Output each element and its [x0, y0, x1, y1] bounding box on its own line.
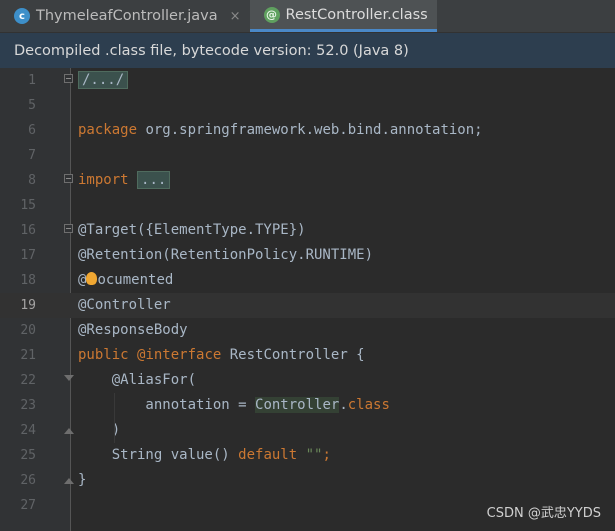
code-token: @: [78, 272, 87, 288]
fold-toggle-icon[interactable]: [64, 174, 73, 183]
code-token: annotation =: [78, 397, 256, 413]
fold-toggle-icon[interactable]: [64, 428, 74, 434]
tab-label: RestController.class: [285, 6, 428, 23]
fold-toggle-icon[interactable]: [64, 224, 73, 233]
code-token: ;: [322, 447, 331, 463]
code-text: String value() default "";: [78, 443, 331, 468]
banner-text: Decompiled .class file, bytecode version…: [14, 42, 409, 59]
line-number: 6: [28, 123, 36, 138]
code-line[interactable]: 24 ): [0, 418, 615, 443]
code-text: /.../: [78, 68, 129, 93]
code-token: @AliasFor(: [78, 372, 197, 388]
code-token: org.springframework.web.bind.annotation;: [137, 122, 483, 138]
line-number: 15: [20, 198, 36, 213]
code-token: }: [78, 472, 87, 488]
code-token: @ResponseBody: [78, 322, 188, 338]
line-number: 22: [20, 373, 36, 388]
watermark: CSDN @武忠YYDS: [486, 506, 601, 521]
intention-bulb-icon[interactable]: [86, 272, 98, 285]
line-number: 16: [20, 223, 36, 238]
code-line[interactable]: 7: [0, 143, 615, 168]
code-text: @ ocumented: [78, 268, 173, 293]
line-number: 8: [28, 173, 36, 188]
java-class-icon: c: [14, 8, 30, 24]
code-token: String value(): [78, 447, 239, 463]
annotation-icon: @: [263, 6, 280, 23]
line-number: 7: [28, 148, 36, 163]
code-line[interactable]: 19 @Controller: [0, 293, 615, 318]
code-token: public: [78, 347, 129, 363]
code-line[interactable]: 22 @AliasFor(: [0, 368, 615, 393]
line-number: 23: [20, 398, 36, 413]
line-number: 21: [20, 348, 36, 363]
decompiled-notice-banner: Decompiled .class file, bytecode version…: [0, 33, 615, 68]
code-token: .: [339, 397, 348, 413]
code-text: }: [78, 468, 86, 493]
code-text: package org.springframework.web.bind.ann…: [78, 118, 483, 143]
close-icon[interactable]: ×: [230, 9, 241, 24]
code-line[interactable]: 20 @ResponseBody: [0, 318, 615, 343]
line-number: 26: [20, 473, 36, 488]
code-line[interactable]: 17 @Retention(RetentionPolicy.RUNTIME): [0, 243, 615, 268]
code-token: ocumented: [97, 272, 174, 288]
code-line[interactable]: 1 /.../: [0, 68, 615, 93]
code-text: public @interface RestController {: [78, 343, 365, 368]
code-line[interactable]: 21 public @interface RestController {: [0, 343, 615, 368]
code-line[interactable]: 26}: [0, 468, 615, 493]
code-token: Controller: [255, 397, 340, 413]
code-text: @ResponseBody: [78, 318, 188, 343]
code-text: @Controller: [78, 293, 171, 318]
code-token: RestController {: [221, 347, 365, 363]
code-token: package: [78, 122, 138, 138]
code-line[interactable]: 16 @Target({ElementType.TYPE}): [0, 218, 615, 243]
code-text: @AliasFor(: [78, 368, 196, 393]
editor-tab-bar: c ThymeleafController.java × @ RestContr…: [0, 0, 615, 33]
line-number: 18: [20, 273, 36, 288]
code-token: class: [347, 397, 390, 413]
line-number: 19: [20, 298, 36, 313]
line-number: 20: [20, 323, 36, 338]
line-number: 24: [20, 423, 36, 438]
code-token: @Controller: [78, 297, 171, 313]
code-token: @Target({ElementType.TYPE}): [78, 222, 306, 238]
code-line[interactable]: 25 String value() default "";: [0, 443, 615, 468]
fold-toggle-icon[interactable]: [64, 478, 74, 484]
code-token: @interface: [137, 347, 222, 363]
code-text: annotation = Controller.class: [78, 393, 390, 418]
indent-guide: [114, 393, 115, 443]
code-editor[interactable]: 1 /.../ 5 6 package org.springframework.web.…: [0, 68, 615, 531]
code-token: import: [78, 172, 129, 188]
code-line[interactable]: 18 @ ocumented: [0, 268, 615, 293]
code-text: import ...: [78, 168, 171, 193]
fold-toggle-icon[interactable]: [64, 74, 73, 83]
code-token: "": [305, 447, 323, 463]
code-line[interactable]: 8 import ...: [0, 168, 615, 193]
code-line[interactable]: 6 package org.springframework.web.bind.an…: [0, 118, 615, 143]
tab-thymeleaf-controller[interactable]: c ThymeleafController.java ×: [0, 0, 250, 32]
code-token: default: [238, 447, 298, 463]
code-line[interactable]: 23 annotation = Controller.class: [0, 393, 615, 418]
line-number: 25: [20, 448, 36, 463]
folded-region[interactable]: ...: [137, 171, 171, 189]
code-line[interactable]: 15: [0, 193, 615, 218]
code-line[interactable]: 5: [0, 93, 615, 118]
code-text: @Retention(RetentionPolicy.RUNTIME): [78, 243, 373, 268]
code-text: @Target({ElementType.TYPE}): [78, 218, 306, 243]
tab-label: ThymeleafController.java: [36, 8, 218, 24]
code-token: @Retention(RetentionPolicy.RUNTIME): [78, 247, 374, 263]
fold-toggle-icon[interactable]: [64, 375, 74, 381]
line-number: 17: [20, 248, 36, 263]
tab-rest-controller[interactable]: @ RestController.class: [249, 0, 437, 32]
folded-region[interactable]: /.../: [78, 71, 129, 89]
line-number: 1: [28, 73, 36, 88]
line-number: 27: [20, 498, 36, 513]
line-number: 5: [28, 98, 36, 113]
